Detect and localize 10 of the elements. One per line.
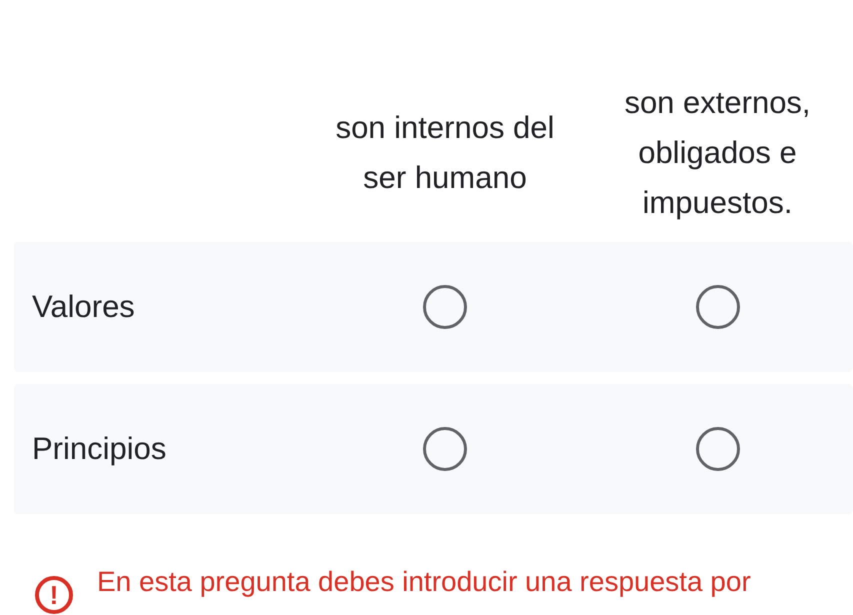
error-message: En esta pregunta debes introducir una respuesta por	[97, 565, 751, 599]
radio-button[interactable]	[696, 285, 740, 329]
row-label: Valores	[31, 289, 136, 325]
radio-button[interactable]	[423, 427, 467, 471]
radio-button[interactable]	[423, 285, 467, 329]
row-label: Principios	[31, 431, 168, 467]
column-header: son externos, obligados e impuestos.	[623, 84, 812, 222]
column-header: son internos del ser humano	[334, 109, 556, 197]
error-icon: !	[35, 576, 73, 614]
radio-button[interactable]	[696, 427, 740, 471]
